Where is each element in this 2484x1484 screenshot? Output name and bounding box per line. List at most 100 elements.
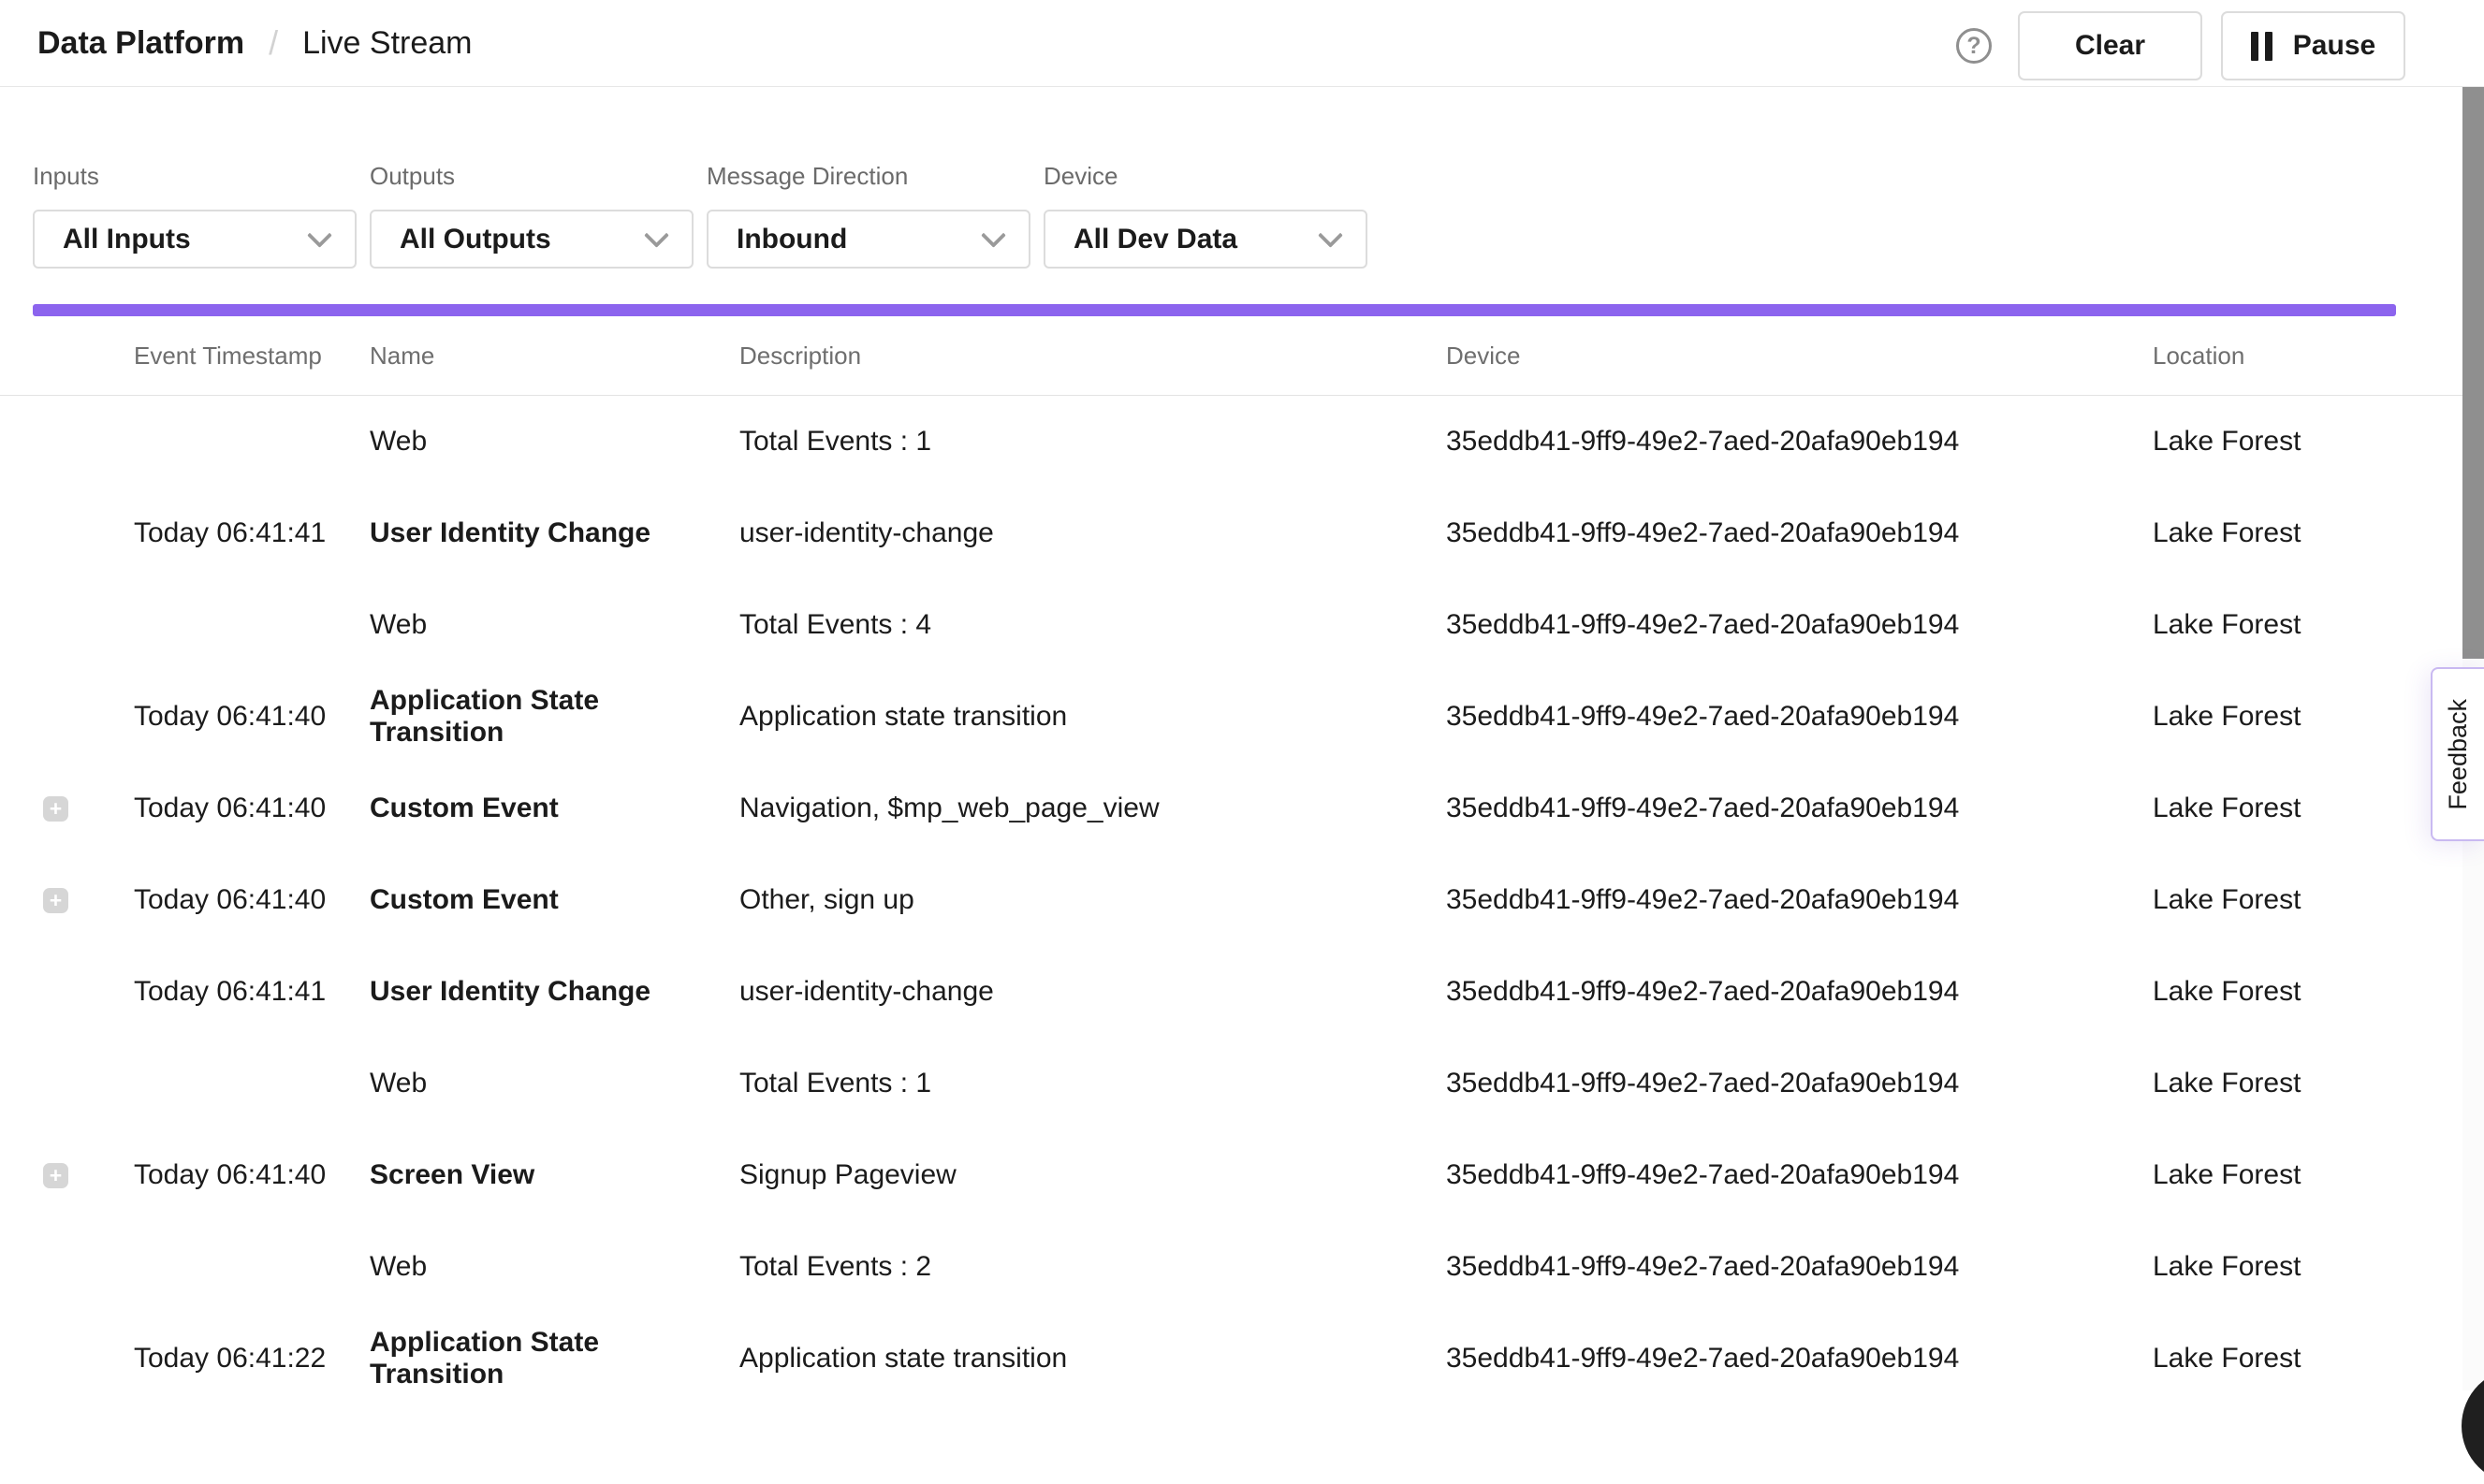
chevron-down-icon bbox=[307, 223, 332, 248]
cell-description: Total Events : 2 bbox=[739, 1251, 1446, 1283]
events-table: Event Timestamp Name Description Device … bbox=[0, 316, 2484, 1404]
table-row: Today 06:41:40 Application State Transit… bbox=[0, 671, 2484, 763]
cell-name: Web bbox=[370, 1068, 739, 1099]
cell-name: Web bbox=[370, 1251, 739, 1283]
cell-description: Total Events : 4 bbox=[739, 609, 1446, 641]
cell-device: 35eddb41-9ff9-49e2-7aed-20afa90eb194 bbox=[1446, 884, 2153, 916]
cell-name: Custom Event bbox=[370, 884, 739, 916]
cell-expand: + bbox=[0, 796, 134, 822]
cell-description: Total Events : 1 bbox=[739, 426, 1446, 458]
cell-description: Signup Pageview bbox=[739, 1159, 1446, 1191]
table-row: Today 06:41:41 User Identity Change user… bbox=[0, 946, 2484, 1038]
cell-device: 35eddb41-9ff9-49e2-7aed-20afa90eb194 bbox=[1446, 426, 2153, 458]
table-row: + Today 06:41:40 Screen View Signup Page… bbox=[0, 1129, 2484, 1221]
table-row: Today 06:41:22 Application State Transit… bbox=[0, 1313, 2484, 1404]
cell-description: Navigation, $mp_web_page_view bbox=[739, 793, 1446, 824]
cell-device: 35eddb41-9ff9-49e2-7aed-20afa90eb194 bbox=[1446, 793, 2153, 824]
filters-bar: Inputs All Inputs Outputs All Outputs Me… bbox=[0, 162, 2484, 269]
pause-button-label: Pause bbox=[2293, 30, 2375, 62]
cell-device: 35eddb41-9ff9-49e2-7aed-20afa90eb194 bbox=[1446, 701, 2153, 733]
pause-button[interactable]: Pause bbox=[2221, 11, 2405, 80]
table-row: + Today 06:41:40 Custom Event Other, sig… bbox=[0, 854, 2484, 946]
column-header-device: Device bbox=[1446, 342, 2153, 371]
cell-name: User Identity Change bbox=[370, 517, 739, 549]
column-header-location: Location bbox=[2153, 342, 2484, 371]
table-row: Web Total Events : 1 35eddb41-9ff9-49e2-… bbox=[0, 396, 2484, 487]
cell-timestamp: Today 06:41:41 bbox=[134, 976, 370, 1008]
cell-location: Lake Forest bbox=[2153, 517, 2484, 549]
cell-location: Lake Forest bbox=[2153, 1251, 2484, 1283]
filter-device-label: Device bbox=[1044, 162, 1367, 191]
expand-button[interactable]: + bbox=[43, 888, 68, 913]
cell-device: 35eddb41-9ff9-49e2-7aed-20afa90eb194 bbox=[1446, 609, 2153, 641]
filter-device: Device All Dev Data bbox=[1044, 162, 1367, 269]
device-select-value: All Dev Data bbox=[1074, 224, 1237, 255]
cell-name: Custom Event bbox=[370, 793, 739, 824]
cell-location: Lake Forest bbox=[2153, 884, 2484, 916]
feedback-tab[interactable]: Feedback bbox=[2431, 667, 2484, 841]
cell-description: Total Events : 1 bbox=[739, 1068, 1446, 1099]
expand-button[interactable]: + bbox=[43, 1163, 68, 1188]
help-icon[interactable]: ? bbox=[1956, 28, 1992, 64]
breadcrumb-data-platform[interactable]: Data Platform bbox=[37, 25, 244, 62]
table-row: Web Total Events : 4 35eddb41-9ff9-49e2-… bbox=[0, 579, 2484, 671]
cell-timestamp: Today 06:41:40 bbox=[134, 1159, 370, 1191]
outputs-select[interactable]: All Outputs bbox=[370, 210, 694, 269]
table-row: Web Total Events : 1 35eddb41-9ff9-49e2-… bbox=[0, 1038, 2484, 1129]
cell-description: Application state transition bbox=[739, 701, 1446, 733]
table-header-row: Event Timestamp Name Description Device … bbox=[0, 316, 2484, 396]
filter-inputs: Inputs All Inputs bbox=[33, 162, 357, 269]
breadcrumb: Data Platform / Live Stream bbox=[37, 23, 1956, 63]
feedback-tab-label: Feedback bbox=[2444, 699, 2473, 810]
cell-timestamp: Today 06:41:22 bbox=[134, 1343, 370, 1375]
cell-location: Lake Forest bbox=[2153, 1068, 2484, 1099]
cell-location: Lake Forest bbox=[2153, 976, 2484, 1008]
cell-location: Lake Forest bbox=[2153, 609, 2484, 641]
column-header-name: Name bbox=[370, 342, 739, 371]
cell-name: Web bbox=[370, 609, 739, 641]
cell-device: 35eddb41-9ff9-49e2-7aed-20afa90eb194 bbox=[1446, 1068, 2153, 1099]
pause-icon bbox=[2251, 32, 2272, 61]
message-direction-select[interactable]: Inbound bbox=[707, 210, 1030, 269]
cell-description: user-identity-change bbox=[739, 976, 1446, 1008]
table-body: Web Total Events : 1 35eddb41-9ff9-49e2-… bbox=[0, 396, 2484, 1404]
cell-name: Application State Transition bbox=[370, 685, 739, 749]
column-header-description: Description bbox=[739, 342, 1446, 371]
cell-device: 35eddb41-9ff9-49e2-7aed-20afa90eb194 bbox=[1446, 1251, 2153, 1283]
filter-outputs: Outputs All Outputs bbox=[370, 162, 694, 269]
filter-outputs-label: Outputs bbox=[370, 162, 694, 191]
filter-message-direction-label: Message Direction bbox=[707, 162, 1030, 191]
cell-timestamp: Today 06:41:40 bbox=[134, 793, 370, 824]
cell-name: User Identity Change bbox=[370, 976, 739, 1008]
cell-device: 35eddb41-9ff9-49e2-7aed-20afa90eb194 bbox=[1446, 1343, 2153, 1375]
breadcrumb-separator: / bbox=[269, 23, 278, 63]
cell-expand: + bbox=[0, 888, 134, 913]
cell-device: 35eddb41-9ff9-49e2-7aed-20afa90eb194 bbox=[1446, 976, 2153, 1008]
page-title: Live Stream bbox=[302, 25, 472, 62]
filter-message-direction: Message Direction Inbound bbox=[707, 162, 1030, 269]
clear-button[interactable]: Clear bbox=[2018, 11, 2202, 80]
column-header-event-timestamp: Event Timestamp bbox=[134, 342, 370, 371]
inputs-select[interactable]: All Inputs bbox=[33, 210, 357, 269]
cell-timestamp: Today 06:41:40 bbox=[134, 884, 370, 916]
cell-location: Lake Forest bbox=[2153, 1159, 2484, 1191]
cell-name: Screen View bbox=[370, 1159, 739, 1191]
device-select[interactable]: All Dev Data bbox=[1044, 210, 1367, 269]
chevron-down-icon bbox=[981, 223, 1006, 248]
scrollbar-thumb[interactable] bbox=[2462, 87, 2484, 659]
message-direction-select-value: Inbound bbox=[737, 224, 847, 255]
expand-button[interactable]: + bbox=[43, 796, 68, 822]
inputs-select-value: All Inputs bbox=[63, 224, 191, 255]
top-bar: Data Platform / Live Stream ? Clear Paus… bbox=[0, 0, 2484, 87]
topbar-actions: ? Clear Pause bbox=[1956, 11, 2405, 80]
chevron-down-icon bbox=[1318, 223, 1343, 248]
outputs-select-value: All Outputs bbox=[400, 224, 551, 255]
cell-name: Web bbox=[370, 426, 739, 458]
filter-inputs-label: Inputs bbox=[33, 162, 357, 191]
table-row: Web Total Events : 2 35eddb41-9ff9-49e2-… bbox=[0, 1221, 2484, 1313]
table-row: Today 06:41:41 User Identity Change user… bbox=[0, 487, 2484, 579]
cell-name: Application State Transition bbox=[370, 1327, 739, 1390]
cell-device: 35eddb41-9ff9-49e2-7aed-20afa90eb194 bbox=[1446, 1159, 2153, 1191]
cell-device: 35eddb41-9ff9-49e2-7aed-20afa90eb194 bbox=[1446, 517, 2153, 549]
clear-button-label: Clear bbox=[2075, 30, 2145, 62]
